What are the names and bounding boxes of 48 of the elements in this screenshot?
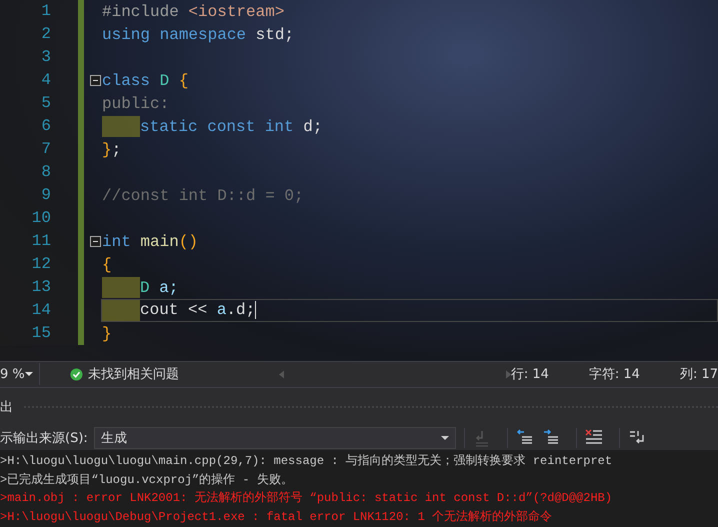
line-number: 7 xyxy=(40,139,51,160)
line-number: 11 xyxy=(30,231,51,252)
line-number: 15 xyxy=(30,323,51,344)
code-line: public: xyxy=(102,94,170,112)
line-number: 6 xyxy=(40,116,51,137)
line-number: 10 xyxy=(30,208,51,229)
line-number: 13 xyxy=(30,277,51,298)
line-number: 3 xyxy=(40,47,51,68)
panel-title: 出 xyxy=(0,399,13,416)
code-line: int main() xyxy=(102,232,198,250)
line-number: 8 xyxy=(40,162,51,183)
fold-toggle-icon[interactable] xyxy=(90,75,101,86)
code-line: } xyxy=(102,324,112,342)
source-dropdown[interactable]: 生成 xyxy=(94,427,456,449)
zoom-dropdown[interactable]: 9 % xyxy=(0,363,40,385)
code-line: using namespace std; xyxy=(102,26,294,44)
fold-toggle-icon[interactable] xyxy=(90,236,101,247)
output-line: >已完成生成项目“luogu.vcxproj”的操作 - 失败。 xyxy=(0,472,294,488)
output-line: >main.obj : error LNK2001: 无法解析的外部符号 “public: static int const D::d”(?d@D@@2HB) xyxy=(0,490,614,507)
line-number: 2 xyxy=(40,24,51,45)
code-line: { xyxy=(102,256,112,274)
clear-all-icon[interactable] xyxy=(584,429,603,447)
line-number: 1 xyxy=(40,1,51,22)
line-number: 5 xyxy=(40,93,51,114)
caret-down-icon xyxy=(25,372,34,376)
code-line: cout << a.d; xyxy=(140,301,256,320)
code-editor[interactable]: 1 2 3 4 5 6 7 8 9 10 11 12 13 14 15 #include <iostream> using namespace std; class D { public: static const int d; }; //const int D::d = 0; int main() { D a; cout << a.d; } xyxy=(0,0,718,361)
code-line: static const int d; xyxy=(140,118,322,136)
output-line: >H:\luogu\luogu\luogu\main.cpp(29,7): message : 与指向的类型无关；强制转换要求 reinterpret xyxy=(0,453,614,470)
line-number: 9 xyxy=(40,185,51,206)
code-line: class D { xyxy=(102,72,188,90)
char-indicator: 字符: 14 xyxy=(588,366,640,383)
output-line: >H:\luogu\luogu\Debug\Project1.exe : fatal error LNK1120: 1 个无法解析的外部命令 xyxy=(0,508,554,526)
code-line: //const int D::d = 0; xyxy=(102,186,304,204)
line-number: 14 xyxy=(30,300,51,321)
source-label: 示输出来源(S): xyxy=(0,430,88,447)
issues-status[interactable]: 未找到相关问题 xyxy=(88,365,180,383)
code-line: #include <iostream> xyxy=(102,2,284,20)
column-indicator: 列: 17 xyxy=(680,366,718,383)
code-line: D a; xyxy=(140,278,178,296)
line-number: 4 xyxy=(40,70,51,91)
code-line: }; xyxy=(102,140,122,158)
line-number: 12 xyxy=(30,254,51,275)
line-indicator: 行: 14 xyxy=(510,366,549,383)
previous-message-icon[interactable] xyxy=(516,429,534,447)
caret-down-icon xyxy=(440,436,449,440)
check-icon xyxy=(70,366,84,382)
next-message-icon[interactable] xyxy=(542,429,560,447)
